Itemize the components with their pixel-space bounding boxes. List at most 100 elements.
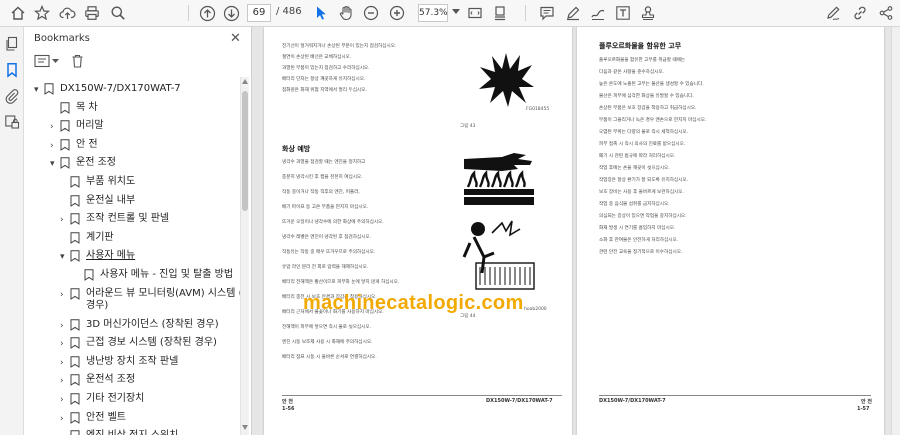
chevron-down-icon[interactable]: ▾ <box>34 84 44 96</box>
page-number-input[interactable]: 69 <box>247 4 271 22</box>
scroll-mode-icon[interactable] <box>491 3 509 23</box>
zoom-level-input[interactable]: 57.3% <box>418 4 448 22</box>
chevron-right-icon[interactable]: › <box>60 413 70 425</box>
watermark-text: machinecatalogic.com <box>303 292 524 314</box>
text-box-icon[interactable] <box>614 3 632 23</box>
bookmark-label: 머리말 <box>76 120 104 132</box>
scroll-up-arrow-icon[interactable] <box>242 79 248 84</box>
star-icon[interactable] <box>32 3 52 23</box>
zoom-in-icon[interactable] <box>388 3 406 23</box>
bookmark-item[interactable]: 엔진 비상 정지 스위치 <box>60 430 178 435</box>
chevron-right-icon[interactable]: › <box>50 121 60 133</box>
bookmark-label-text: 머리말 <box>76 120 104 132</box>
bookmark-item[interactable]: › 머리말 <box>50 120 104 133</box>
layers-lock-icon[interactable] <box>4 114 20 130</box>
share-icon[interactable] <box>877 3 895 23</box>
bookmark-options-icon[interactable] <box>34 54 59 68</box>
bookmark-scrollbar[interactable] <box>240 77 249 435</box>
bookmark-item[interactable]: 목 차 <box>50 102 98 114</box>
bookmark-label: 사용자 메뉴 - 진입 및 탈출 방법 <box>100 269 233 281</box>
bookmark-label-text: 부품 위치도 <box>86 176 136 187</box>
body-text-line: 소화 후 잔여물은 안전하게 처리하십시오. <box>599 238 679 243</box>
highlight-pen-icon[interactable] <box>564 3 582 23</box>
toolbar-divider <box>188 5 189 21</box>
chevron-right-icon[interactable]: › <box>60 375 70 387</box>
bookmark-item[interactable]: ▾ 운전 조정 <box>50 157 116 170</box>
home-icon[interactable] <box>8 3 28 23</box>
hand-tool-icon[interactable] <box>337 3 355 23</box>
bookmark-label-text: DX150W-7/DX170WAT-7 <box>60 83 181 94</box>
stamp-icon[interactable] <box>639 3 657 23</box>
bookmark-label: 어라운드 뷰 모니터링(AVM) 시스템 (장착된경우) <box>86 288 240 312</box>
chevron-down-icon[interactable]: ▾ <box>60 251 70 263</box>
chevron-right-icon[interactable]: › <box>60 357 70 369</box>
attachment-icon[interactable] <box>4 88 20 104</box>
bookmark-panel-icon[interactable] <box>4 62 20 78</box>
bookmark-item[interactable]: › 조작 컨트롤 및 판넬 <box>60 213 169 226</box>
bookmark-label: 냉난방 장치 조작 판넬 <box>86 356 178 368</box>
close-icon[interactable]: ✕ <box>230 31 241 46</box>
bookmark-item[interactable]: 계기판 <box>60 232 114 244</box>
bookmark-label-text: 안 전 <box>76 138 98 150</box>
figure-43-label: 그림 43 <box>460 124 476 129</box>
bookmark-item[interactable]: 운전실 내부 <box>60 195 135 207</box>
bookmark-item[interactable]: › 기타 전기장치 <box>60 393 144 406</box>
bookmark-item[interactable]: › 안전 벨트 <box>60 412 126 425</box>
section-heading-burn: 화상 예방 <box>282 145 311 153</box>
delete-bookmark-icon[interactable] <box>71 54 84 68</box>
scroll-thumb[interactable] <box>242 91 248 211</box>
chevron-down-icon[interactable]: ▾ <box>50 158 60 170</box>
bookmark-label: 엔진 비상 정지 스위치 <box>86 430 178 435</box>
bookmark-label-text: 사용자 메뉴 - 진입 및 탈출 방법 <box>100 269 234 280</box>
chevron-right-icon[interactable]: › <box>60 338 70 350</box>
cloud-upload-icon[interactable] <box>57 3 77 23</box>
bookmark-item[interactable]: › 근접 경보 시스템 (장착된 경우) <box>60 337 217 350</box>
comment-icon[interactable] <box>538 3 556 23</box>
bookmark-item[interactable]: › 운전석 조정 <box>60 374 135 387</box>
bookmark-item[interactable]: › 안 전 <box>50 139 98 152</box>
chevron-right-icon[interactable]: › <box>60 214 70 226</box>
footer-section-left: 안 전 <box>282 399 293 405</box>
body-text-line: 작업장은 항상 환기가 잘 되도록 유지하십시오. <box>599 178 689 183</box>
explosion-illustration <box>476 49 536 115</box>
bookmark-item[interactable]: › 3D 머신가이던스 (장착된 경우) <box>60 319 219 332</box>
chevron-right-icon[interactable]: › <box>60 320 70 332</box>
document-scrollbar[interactable] <box>891 27 900 435</box>
body-text-line: 과열된 부품이 있는지 점검하고 수리하십시오. <box>282 66 370 71</box>
section-heading-fluoro-rubber: 플루오르화물을 함유한 고무 <box>599 42 682 50</box>
zoom-dropdown-icon[interactable] <box>452 9 460 14</box>
document-view[interactable]: 전기선이 헐거워지거나 손상된 부분이 있는지 점검하십시오. 절연이 손상된 배… <box>252 27 900 435</box>
bookmark-label-text: 냉난방 장치 조작 판넬 <box>86 355 179 367</box>
chevron-right-icon[interactable]: › <box>60 289 70 301</box>
print-icon[interactable] <box>82 3 102 23</box>
fit-page-icon[interactable] <box>466 3 484 23</box>
draw-icon[interactable] <box>589 3 607 23</box>
page-thumbnails-icon[interactable] <box>4 36 20 52</box>
page-right: 플루오르화물을 함유한 고무 플루오르화물을 함유한 고무를 취급할 때에는 다음… <box>577 27 884 435</box>
share-link-icon[interactable] <box>851 3 869 23</box>
bookmark-item[interactable]: ▾ DX150W-7/DX170WAT-7 <box>34 83 181 96</box>
bookmark-icon <box>44 83 54 95</box>
bookmark-item[interactable]: 부품 위치도 <box>60 176 135 188</box>
body-text-line: 전해액이 피부에 닿으면 즉시 물로 씻으십시오. <box>282 325 372 330</box>
select-cursor-icon[interactable] <box>312 3 330 23</box>
search-icon[interactable] <box>108 3 128 23</box>
bookmark-item[interactable]: ▾ 사용자 메뉴 <box>60 250 135 263</box>
zoom-out-icon[interactable] <box>362 3 380 23</box>
bookmark-label: 목 차 <box>76 102 98 114</box>
scroll-down-arrow-icon[interactable] <box>242 425 248 430</box>
bookmark-item[interactable]: › 어라운드 뷰 모니터링(AVM) 시스템 (장착된경우) <box>60 288 240 312</box>
footer-page-number-right: 1-57 <box>857 406 870 412</box>
previous-page-icon[interactable] <box>197 3 217 23</box>
bookmark-item[interactable]: 사용자 메뉴 - 진입 및 탈출 방법 <box>74 269 233 281</box>
bookmark-label-text: 경우) <box>86 299 109 311</box>
sign-pen-icon[interactable] <box>824 3 842 23</box>
bookmark-icon <box>70 318 80 331</box>
panel-title: Bookmarks <box>34 33 90 44</box>
chevron-right-icon[interactable]: › <box>50 140 60 152</box>
next-page-icon[interactable] <box>221 3 241 23</box>
chevron-right-icon[interactable]: › <box>60 394 70 406</box>
bookmark-label-text: 운전석 조정 <box>86 374 136 386</box>
body-text-line: 유압 라인 분리 전 회로 압력을 해제하십시오. <box>282 265 369 270</box>
bookmark-item[interactable]: › 냉난방 장치 조작 판넬 <box>60 356 178 369</box>
